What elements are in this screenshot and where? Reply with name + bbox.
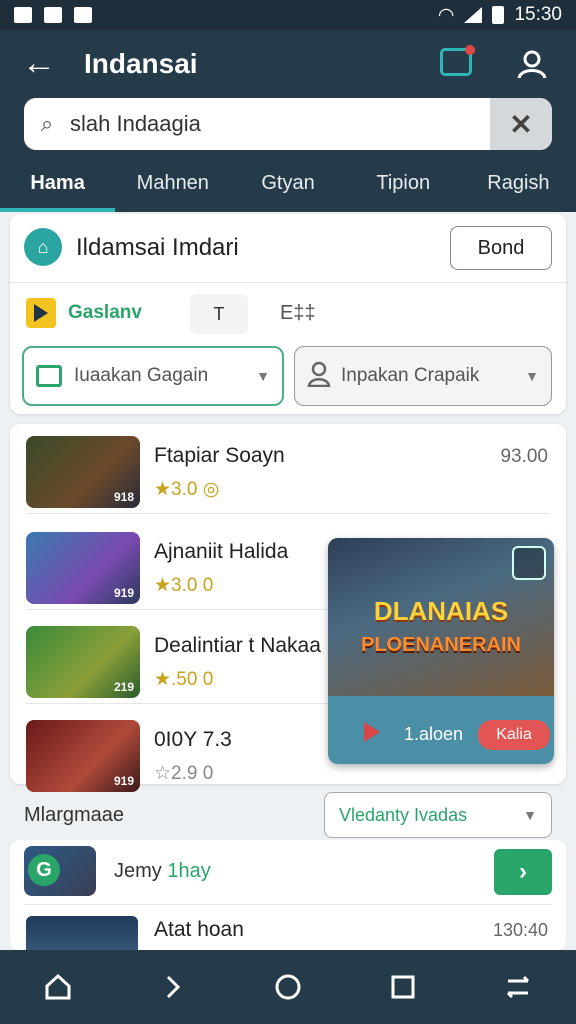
promo-button[interactable]: Kalia [478, 720, 550, 750]
home-icon[interactable] [38, 967, 78, 1007]
switch-icon[interactable] [498, 967, 538, 1007]
promo-subtitle: PLOENANERAIN [360, 634, 521, 656]
tab-ragish[interactable]: Ragish [461, 158, 576, 212]
text-chip[interactable]: T [190, 294, 248, 334]
game-title: Ftapiar Soayn [154, 444, 285, 467]
search-icon: ⌕ [40, 111, 54, 136]
circle-home-icon[interactable] [268, 967, 308, 1007]
grid-icon [36, 365, 62, 387]
category-select-value: Iuaakan Gagain [74, 365, 209, 386]
app-title: Indansai [84, 48, 198, 79]
thumb-label: 919 [113, 774, 134, 788]
game-thumbnail: 219 [26, 626, 140, 698]
notification-icon [44, 7, 62, 23]
play-store-icon[interactable] [26, 298, 56, 328]
status-bar: ◠ 15:30 [0, 0, 576, 30]
filter-card: ⌂ Ildamsai Imdari Bond Gaslanv T E‡‡ Iua… [10, 214, 566, 414]
notification-icon [74, 7, 92, 23]
home-icon: ⌂ [24, 228, 62, 266]
account-icon[interactable] [516, 48, 548, 80]
game-rating: ★.50 0 [154, 669, 214, 690]
section-select[interactable]: Vledanty Ivadas ▼ [324, 792, 552, 838]
recents-icon[interactable] [383, 967, 423, 1007]
game-rating: ★3.0 ◎ [154, 479, 220, 500]
game-rating: ☆2.9 0 [154, 763, 214, 784]
badge-icon [512, 546, 546, 580]
clear-search-icon[interactable]: ✕ [490, 98, 552, 150]
play-icon[interactable] [364, 722, 380, 742]
filter-chip[interactable]: E‡‡ [280, 302, 316, 325]
signal-icon [464, 7, 483, 23]
list-item-highlight: 1hay [167, 860, 211, 882]
game-price: 130:40 [492, 920, 548, 940]
game-title: 0I0Y 7.3 [154, 728, 232, 751]
tab-hama[interactable]: Hama [0, 158, 116, 212]
bond-button[interactable]: Bond [450, 226, 552, 270]
user-icon [307, 361, 331, 392]
game-title: Dealintiar t Nakaa [154, 634, 321, 657]
list-item-title[interactable]: Jemy 1hay [114, 860, 211, 883]
divider [24, 904, 552, 905]
promo-title: DLANAIAS [373, 596, 509, 626]
chevron-down-icon: ▼ [523, 807, 537, 823]
section-select-value: Vledanty Ivadas [339, 804, 468, 825]
tab-gtyan[interactable]: Gtyan [230, 158, 345, 212]
game-thumbnail: 918 [26, 436, 140, 508]
section-label: Mlargmaae [24, 804, 125, 826]
promo-card[interactable]: DLANAIAS PLOENANERAIN 1.aloen Kalia [328, 538, 554, 764]
chevron-right-icon[interactable]: › [494, 849, 552, 895]
search-input[interactable]: slah Indaagia [70, 111, 490, 137]
tab-mahnen[interactable]: Mahnen [115, 158, 230, 212]
game-thumbnail [26, 916, 138, 950]
game-rating: ★3.0 0 [154, 575, 214, 596]
notification-icon [14, 7, 32, 23]
divider [26, 513, 550, 514]
game-price: 93.00 [500, 446, 548, 467]
list-notification-icon[interactable] [440, 45, 475, 76]
user-select-value: Inpakan Crapaik [341, 365, 480, 386]
thumb-label: 919 [113, 586, 134, 600]
chevron-down-icon: ▼ [256, 368, 270, 384]
search-bar[interactable]: ⌕ slah Indaagia ✕ [24, 98, 552, 150]
thumb-label: 918 [113, 490, 134, 504]
chevron-down-icon: ▼ [525, 368, 539, 384]
user-select[interactable]: Inpakan Crapaik ▼ [294, 346, 552, 406]
tab-tipion[interactable]: Tipion [346, 158, 461, 212]
card-title: Ildamsai Imdari [76, 234, 239, 261]
battery-icon [492, 6, 505, 24]
list-item[interactable]: 918 Ftapiar Soayn ★3.0 ◎ 93.00 [10, 424, 566, 514]
forward-icon[interactable] [153, 967, 193, 1007]
app-bar: ← Indansai ⌕ slah Indaagia ✕ Hama Mahnen… [0, 30, 576, 212]
back-arrow-icon[interactable]: ← [22, 46, 58, 80]
game-title[interactable]: Atat hoan [154, 918, 244, 942]
status-time: 15:30 [514, 4, 562, 25]
tab-bar: Hama Mahnen Gtyan Tipion Ragish [0, 158, 576, 212]
game-thumbnail: 919 [26, 532, 140, 604]
list-item-prefix: Jemy [114, 860, 162, 882]
section-list: G Jemy 1hay › Atat hoan 130:40 [10, 840, 566, 950]
category-select[interactable]: Iuaakan Gagain ▼ [22, 346, 284, 406]
divider [10, 282, 566, 283]
game-title: Ajnaniit Halida [154, 540, 289, 563]
chip-label[interactable]: Gaslanv [68, 302, 142, 324]
app-logo-icon: G [28, 854, 60, 886]
promo-caption: 1.aloen [404, 724, 464, 744]
thumb-label: 219 [113, 680, 134, 694]
app-thumbnail: G [24, 846, 96, 896]
game-thumbnail: 919 [26, 720, 140, 792]
navigation-bar [0, 950, 576, 1024]
wifi-icon: ◠ [437, 4, 455, 26]
